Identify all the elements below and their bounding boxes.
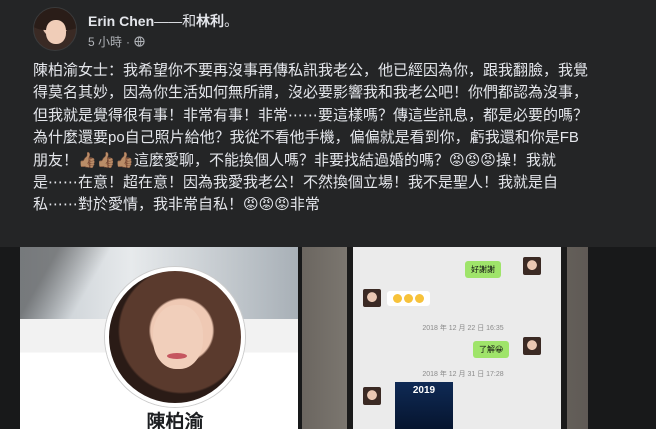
with-separator: —— bbox=[154, 13, 183, 29]
photo-chat-screenshot[interactable]: 好謝謝 2018 年 12 月 22 日 16:35 了解😀 2018 年 12… bbox=[302, 247, 588, 429]
author-avatar[interactable] bbox=[33, 7, 77, 51]
globe-icon[interactable] bbox=[134, 36, 145, 47]
chat-image-message: 2019 bbox=[395, 382, 453, 429]
chat-timestamp-2: 2018 年 12 月 31 日 17:28 bbox=[422, 371, 504, 378]
meta-dot: · bbox=[126, 34, 131, 49]
chat-avatar-other-2 bbox=[363, 387, 381, 405]
emoji-icon bbox=[393, 294, 402, 303]
chat-timestamp-1: 2018 年 12 月 22 日 16:35 bbox=[422, 325, 504, 332]
chat-image-caption: 2019 bbox=[412, 385, 436, 396]
profile-name: 陳柏渝 bbox=[146, 412, 204, 429]
profile-picture bbox=[105, 267, 245, 407]
chat-avatar-self-2 bbox=[523, 337, 541, 355]
chat-bubble-reply-2: 了解😀 bbox=[473, 341, 510, 358]
tagged-user-link[interactable]: 林利 bbox=[196, 13, 224, 29]
emoji-icon bbox=[404, 294, 413, 303]
cover-shadow bbox=[20, 247, 110, 319]
author-line: Erin Chen——和林利。 bbox=[88, 11, 238, 31]
post-timestamp[interactable]: 5 小時 bbox=[88, 33, 122, 50]
with-text: 和 bbox=[182, 13, 197, 29]
post-meta: 5 小時 · bbox=[88, 33, 145, 50]
post-body-text: 陳柏渝女士：我希望你不要再沒事再傳私訊我老公，他已經因為你，跟我翻臉，我覺得莫名… bbox=[33, 62, 589, 214]
emoji-icon bbox=[415, 294, 424, 303]
photo-profile-screenshot[interactable]: 陳柏渝 bbox=[20, 247, 298, 429]
post-header: Erin Chen——和林利。 5 小時 · bbox=[0, 0, 656, 55]
author-name-link[interactable]: Erin Chen bbox=[88, 13, 154, 29]
phone-screen: 好謝謝 2018 年 12 月 22 日 16:35 了解😀 2018 年 12… bbox=[347, 247, 567, 429]
chat-bubble-emoji bbox=[387, 291, 430, 306]
tagged-suffix: 。 bbox=[224, 13, 239, 29]
chat-avatar-other-1 bbox=[363, 289, 381, 307]
chat-bubble-reply-1: 好謝謝 bbox=[465, 261, 501, 278]
chat-avatar-self-1 bbox=[523, 257, 541, 275]
post-photos: 陳柏渝 好謝謝 2018 年 12 月 22 日 16:35 了解😀 2018 … bbox=[0, 247, 656, 429]
